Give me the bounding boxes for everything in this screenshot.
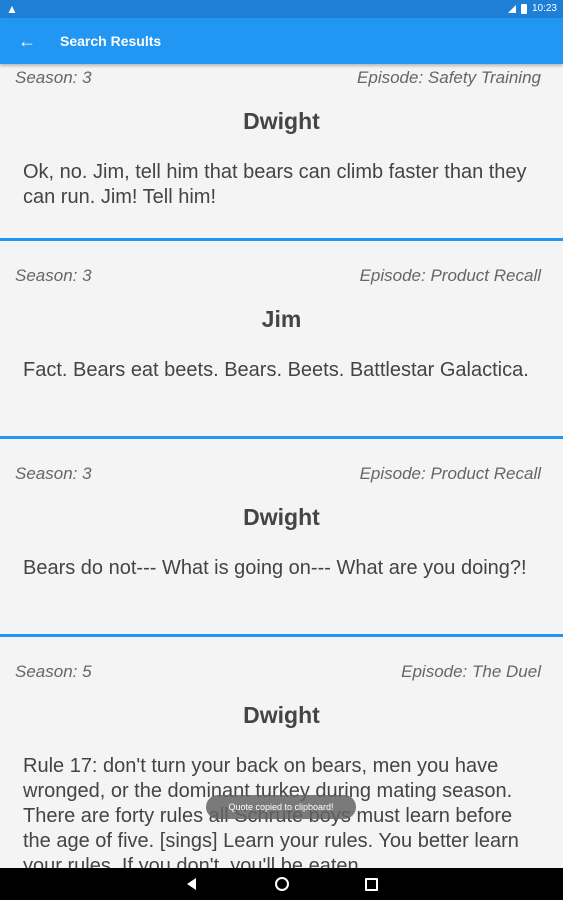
divider <box>0 238 563 241</box>
page-title: Search Results <box>60 33 162 49</box>
speaker-name: Dwight <box>243 108 320 134</box>
nav-home-icon <box>274 877 289 891</box>
season-label: Season: 3 <box>15 68 92 87</box>
quote-text: Bears do not--- What is going on--- What… <box>23 557 527 579</box>
quote-meta: Season: 5 Episode: The Duel <box>15 662 541 682</box>
quote-text: Fact. Bears eat beets. Bears. Beets. Bat… <box>23 359 529 381</box>
episode-label: Episode: Product Recall <box>359 266 541 285</box>
quote-card[interactable]: Season: 3 Episode: Safety Training Dwigh… <box>0 64 563 238</box>
screen: ▲ 10:23 ← Search Results Season: 3 Episo… <box>0 0 563 900</box>
nav-recents-icon <box>365 877 378 891</box>
season-label: Season: 5 <box>15 662 92 681</box>
quote-card[interactable]: Season: 3 Episode: Product Recall Jim Fa… <box>0 262 563 436</box>
quote-meta: Season: 3 Episode: Safety Training <box>15 68 541 88</box>
quote-meta: Season: 3 Episode: Product Recall <box>15 266 541 286</box>
speaker-name: Dwight <box>243 702 320 728</box>
divider <box>0 436 563 439</box>
navigation-bar <box>0 868 563 900</box>
warning-icon: ▲ <box>6 2 18 16</box>
quote-meta: Season: 3 Episode: Product Recall <box>15 464 541 484</box>
speaker-name: Jim <box>261 306 302 332</box>
back-button[interactable]: ← <box>0 18 54 64</box>
status-bar-right: 10:23 <box>507 2 557 16</box>
battery-icon <box>520 4 527 14</box>
status-bar: ▲ 10:23 <box>0 0 563 18</box>
nav-back-icon <box>187 878 196 890</box>
status-time: 10:23 <box>531 3 557 14</box>
arrow-back-icon: ← <box>18 30 36 51</box>
nav-home-button[interactable] <box>272 874 292 894</box>
results-list[interactable]: Season: 3 Episode: Safety Training Dwigh… <box>0 64 563 868</box>
signal-icon <box>507 5 516 13</box>
episode-label: Episode: Safety Training <box>357 68 541 87</box>
app-bar: ← Search Results <box>0 18 563 64</box>
divider <box>0 634 563 637</box>
toast-message: Quote copied to clipboard! <box>206 795 356 819</box>
quote-card[interactable]: Season: 3 Episode: Product Recall Dwight… <box>0 460 563 634</box>
nav-recents-button[interactable] <box>362 874 382 894</box>
speaker-name: Dwight <box>243 504 320 530</box>
season-label: Season: 3 <box>15 266 92 285</box>
episode-label: Episode: The Duel <box>401 662 541 681</box>
episode-label: Episode: Product Recall <box>359 464 541 483</box>
quote-card[interactable]: Season: 5 Episode: The Duel Dwight Rule … <box>0 658 563 868</box>
season-label: Season: 3 <box>15 464 92 483</box>
quote-text: Ok, no. Jim, tell him that bears can cli… <box>23 161 527 208</box>
nav-back-button[interactable] <box>182 874 202 894</box>
